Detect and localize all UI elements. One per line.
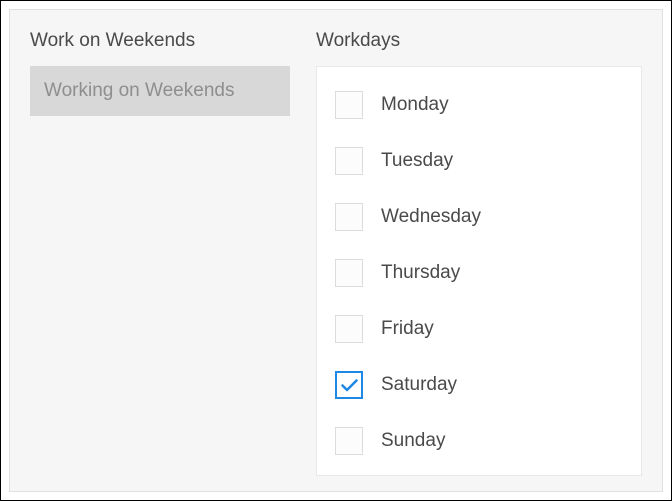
checkbox-monday[interactable] bbox=[335, 91, 363, 119]
workdays-label-wednesday: Wednesday bbox=[381, 206, 481, 228]
window-frame: Work on Weekends Working on Weekends Wor… bbox=[0, 0, 672, 501]
workdays-row-thursday: Thursday bbox=[317, 245, 641, 301]
work-on-weekends-title: Work on Weekends bbox=[30, 30, 290, 52]
work-on-weekends-section: Work on Weekends Working on Weekends bbox=[30, 30, 290, 116]
workdays-label-thursday: Thursday bbox=[381, 262, 460, 284]
workdays-label-tuesday: Tuesday bbox=[381, 150, 453, 172]
content-panel: Work on Weekends Working on Weekends Wor… bbox=[9, 9, 663, 492]
checkbox-friday[interactable] bbox=[335, 315, 363, 343]
workdays-row-wednesday: Wednesday bbox=[317, 189, 641, 245]
workdays-row-saturday: Saturday bbox=[317, 357, 641, 413]
workdays-label-saturday: Saturday bbox=[381, 374, 457, 396]
workdays-label-monday: Monday bbox=[381, 94, 449, 116]
workdays-row-sunday: Sunday bbox=[317, 413, 641, 469]
workdays-list: Monday Tuesday Wednesday Thursday Friday bbox=[316, 66, 642, 476]
workdays-label-sunday: Sunday bbox=[381, 430, 445, 452]
checkbox-wednesday[interactable] bbox=[335, 203, 363, 231]
check-icon bbox=[341, 379, 358, 392]
workdays-title: Workdays bbox=[316, 30, 642, 52]
workdays-row-tuesday: Tuesday bbox=[317, 133, 641, 189]
workdays-label-friday: Friday bbox=[381, 318, 434, 340]
working-on-weekends-item[interactable]: Working on Weekends bbox=[30, 66, 290, 116]
workdays-section: Workdays Monday Tuesday Wednesday Thursd… bbox=[316, 30, 642, 476]
checkbox-sunday[interactable] bbox=[335, 427, 363, 455]
workdays-row-friday: Friday bbox=[317, 301, 641, 357]
checkbox-tuesday[interactable] bbox=[335, 147, 363, 175]
checkbox-thursday[interactable] bbox=[335, 259, 363, 287]
workdays-row-monday: Monday bbox=[317, 77, 641, 133]
checkbox-saturday[interactable] bbox=[335, 371, 363, 399]
